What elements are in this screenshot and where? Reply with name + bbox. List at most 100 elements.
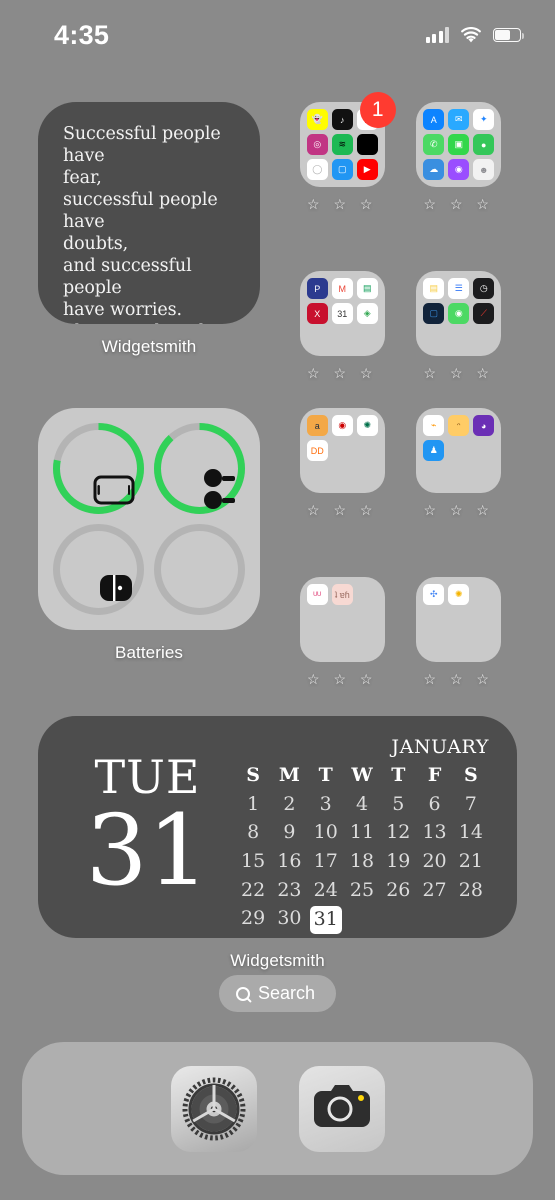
app-icon-idea-app[interactable]: ♟: [423, 440, 445, 461]
app-icon-calendar[interactable]: 31: [331, 303, 353, 324]
app-icon-google-classroom[interactable]: ▤: [356, 278, 378, 299]
quote-line: doubts,: [63, 234, 129, 255]
batteries-widget-body[interactable]: [38, 408, 260, 630]
app-icon-facetime[interactable]: ▣: [448, 134, 470, 155]
folder-photos[interactable]: ✣ ✺: [416, 577, 502, 662]
search-area: Search: [0, 975, 555, 1012]
app-icon-excel[interactable]: X: [306, 303, 328, 324]
app-icon-cat-game[interactable]: ᵔ: [448, 415, 470, 436]
widget-quote[interactable]: Successful people have fear, successful pe…: [38, 102, 260, 357]
folder-shopping-block[interactable]: a ◉ ✺ DD ☆ ☆ ☆: [299, 408, 385, 519]
calendar-date-cell: 20: [422, 849, 447, 872]
airpods-case-battery-ring: [48, 519, 149, 620]
quote-widget-body[interactable]: Successful people have fear, successful pe…: [38, 102, 260, 324]
folder-utilities[interactable]: ▤ ☰ ◷ ▢ ◉ ⟋: [416, 271, 502, 356]
app-icon-apple-photos[interactable]: ✺: [448, 584, 470, 605]
app-slot-empty: [423, 609, 444, 630]
app-icon-phone[interactable]: ✆: [423, 134, 445, 155]
app-icon-voice-memos[interactable]: ⟋: [473, 303, 495, 324]
app-icon-mail[interactable]: ✉: [448, 109, 470, 130]
app-icon-pink-app[interactable]: ʇ ɐɦ: [331, 584, 353, 605]
app-slot-empty: [332, 634, 353, 655]
app-icon-safari[interactable]: ✦: [473, 109, 495, 130]
app-icon-starbucks[interactable]: ✺: [356, 415, 378, 436]
folder-games-block[interactable]: ⌁ ᵔ ◕ ♟ ☆ ☆ ☆: [416, 408, 502, 519]
folder-misc[interactable]: ᵁᵁ ʇ ɐɦ: [299, 577, 385, 662]
app-icon-spotify[interactable]: ≋: [331, 134, 353, 155]
calendar-date-cell: 28: [458, 878, 483, 901]
app-icon-google-maps[interactable]: ◈: [356, 303, 378, 324]
dock-item-settings[interactable]: [170, 1065, 257, 1152]
folder-photos-block[interactable]: ✣ ✺ ☆ ☆ ☆: [416, 577, 502, 688]
folder-games[interactable]: ⌁ ᵔ ◕ ♟: [416, 408, 502, 493]
folder-social[interactable]: 1👻♪P◎≋◯▢▶: [299, 92, 396, 187]
app-icon-reminders[interactable]: ☰: [448, 278, 470, 299]
folder-group-2: P M ▤ X 31 ◈ ☆ ☆ ☆ ▤ ☰ ◷ ▢ ◉ ⟋ ☆ ☆ ☆: [260, 271, 517, 382]
calendar-date-cell: 18: [349, 849, 375, 872]
app-icon-dunkin[interactable]: DD: [306, 440, 328, 461]
app-icon-snapchat[interactable]: 👻: [306, 109, 328, 130]
app-icon-notes[interactable]: ▤: [423, 278, 445, 299]
calendar-widget-body[interactable]: TUE 31 JANUARY S M T W T F S 1 2 3 4 5 6 7 8 9 10 11 12 13 1…: [38, 716, 517, 938]
app-icon-app-store[interactable]: A: [423, 109, 445, 130]
widget-batteries[interactable]: Batteries: [38, 408, 260, 663]
app-icon-messages[interactable]: ●: [473, 134, 495, 155]
calendar-month-label: JANUARY: [391, 736, 489, 758]
folder-utilities-block[interactable]: ▤ ☰ ◷ ▢ ◉ ⟋ ☆ ☆ ☆: [416, 271, 502, 382]
calendar-date-cell: 12: [386, 821, 411, 844]
calendar-date-cell: 27: [422, 878, 447, 901]
wifi-icon: [460, 26, 482, 44]
calendar-month-grid: JANUARY S M T W T F S 1 2 3 4 5 6 7 8 9 10 11 12 13 14 15 16 17…: [235, 732, 489, 934]
search-button[interactable]: Search: [218, 975, 337, 1012]
app-icon-bereal[interactable]: ◯: [306, 159, 328, 180]
app-icon-gmail[interactable]: M: [331, 278, 353, 299]
calendar-weekday: TUE: [94, 749, 201, 804]
battery-icon: [493, 28, 525, 42]
app-icon-amazon[interactable]: a: [306, 415, 328, 436]
calendar-date-cell: 6: [428, 792, 441, 815]
app-icon-tiktok-alt[interactable]: [356, 134, 378, 155]
app-icon-purple-game[interactable]: ◕: [473, 415, 495, 436]
app-slot-empty: [448, 440, 469, 461]
folder-apple-block[interactable]: A ✉ ✦ ✆ ▣ ● ☁ ◉ ☻ ☆ ☆ ☆: [416, 102, 502, 213]
folder-apple-label: ☆ ☆ ☆: [423, 196, 494, 212]
app-icon-podcasts[interactable]: ◉: [448, 159, 470, 180]
quote-line: and successful people: [63, 256, 192, 299]
app-icon-clock[interactable]: ◷: [473, 278, 495, 299]
folder-shopping[interactable]: a ◉ ✺ DD: [299, 408, 385, 493]
app-icon-pandora[interactable]: P: [306, 278, 328, 299]
quote-line: successful people have: [63, 190, 218, 233]
app-icon-cash-app[interactable]: ▢: [331, 159, 353, 180]
app-icon-find-my[interactable]: ◉: [448, 303, 470, 324]
dock-item-camera[interactable]: [298, 1065, 385, 1152]
calendar-date-cell: 2: [283, 792, 296, 815]
widget-calendar[interactable]: TUE 31 JANUARY S M T W T F S 1 2 3 4 5 6 7 8 9 10 11 12 13 1…: [38, 716, 517, 971]
status-bar-time: 4:35: [54, 19, 110, 50]
folder-social-block[interactable]: 1👻♪P◎≋◯▢▶ ☆ ☆ ☆: [299, 92, 396, 213]
folder-social-label: ☆ ☆ ☆: [307, 196, 378, 212]
folder-productivity[interactable]: P M ▤ X 31 ◈: [299, 271, 385, 356]
app-slot-empty: [448, 465, 469, 486]
app-icon-contacts[interactable]: ☻: [473, 159, 495, 180]
app-slot-empty: [307, 634, 328, 655]
app-icon-tiktok[interactable]: ♪: [331, 109, 353, 130]
app-icon-target[interactable]: ◉: [331, 415, 353, 436]
app-slot-empty: [332, 609, 353, 630]
app-slot-empty: [332, 328, 353, 349]
folder-misc-block[interactable]: ᵁᵁ ʇ ɐɦ ☆ ☆ ☆: [299, 577, 385, 688]
app-icon-subway-surfers[interactable]: ⌁: [423, 415, 445, 436]
app-icon-instagram[interactable]: ◎: [306, 134, 328, 155]
quote-text: Successful people have fear, successful pe…: [63, 123, 240, 324]
app-icon-music-app[interactable]: ᵁᵁ: [306, 584, 328, 605]
folder-apple[interactable]: A ✉ ✦ ✆ ▣ ● ☁ ◉ ☻: [416, 102, 502, 187]
app-slot-empty: [307, 328, 328, 349]
app-slot-empty: [473, 440, 494, 461]
search-label: Search: [257, 983, 316, 1003]
app-icon-google-photos[interactable]: ✣: [423, 584, 445, 605]
app-icon-weather[interactable]: ☁: [423, 159, 445, 180]
app-icon-calculator[interactable]: ▢: [423, 303, 445, 324]
app-slot-empty: [473, 634, 494, 655]
app-icon-youtube[interactable]: ▶: [356, 159, 378, 180]
folder-productivity-block[interactable]: P M ▤ X 31 ◈ ☆ ☆ ☆: [299, 271, 385, 382]
status-bar: 4:35: [0, 0, 555, 70]
